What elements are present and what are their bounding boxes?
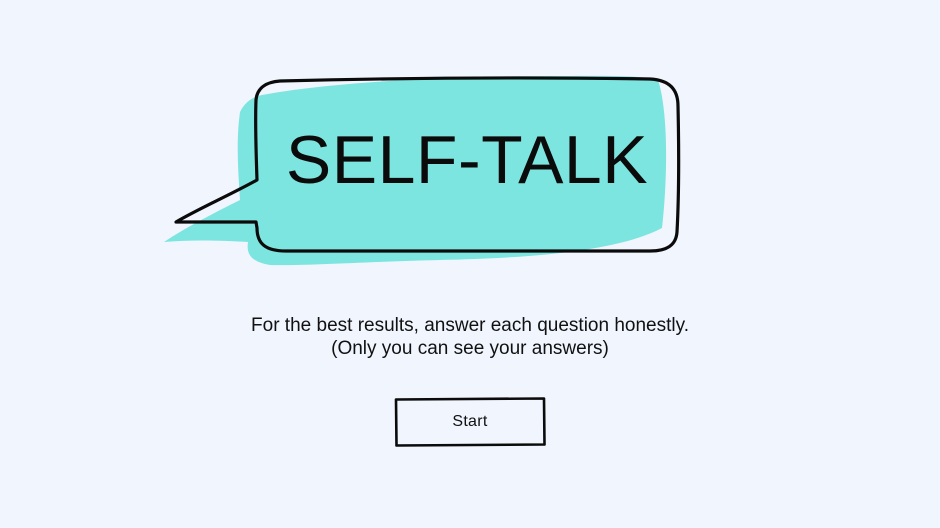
app-title: SELF-TALK [285,122,649,198]
instructions-text: For the best results, answer each questi… [170,314,770,360]
start-button[interactable]: Start [394,397,546,447]
start-button-wrapper: Start [394,397,546,447]
speech-bubble-logo [164,75,681,266]
welcome-screen: SELF-TALK For the best results, answer e… [0,0,940,528]
instructions-line-2: (Only you can see your answers) [331,338,609,359]
instructions-line-1: For the best results, answer each questi… [251,315,689,336]
